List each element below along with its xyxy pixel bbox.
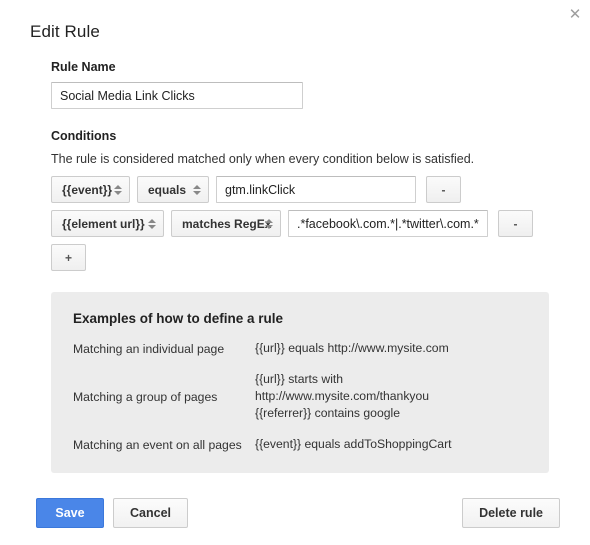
condition-operator-select[interactable]: equals xyxy=(137,176,209,203)
chevron-updown-icon xyxy=(113,183,122,197)
example-row: Matching a group of pages {{url}} starts… xyxy=(73,371,527,422)
condition-variable-select[interactable]: {{event}} xyxy=(51,176,130,203)
condition-variable-select[interactable]: {{element url}} xyxy=(51,210,164,237)
condition-operator-select[interactable]: matches RegEx xyxy=(171,210,281,237)
example-key: Matching an individual page xyxy=(73,341,225,356)
condition-row: {{event}} equals - xyxy=(51,176,571,203)
condition-value-input[interactable] xyxy=(288,210,488,237)
example-value: {{event}} equals addToShoppingCart xyxy=(255,437,452,451)
add-condition-button[interactable]: + xyxy=(51,244,86,271)
rule-name-label: Rule Name xyxy=(51,60,116,74)
condition-value-input[interactable] xyxy=(216,176,416,203)
cancel-button[interactable]: Cancel xyxy=(113,498,188,528)
example-value: {{url}} starts with http://www.mysite.co… xyxy=(255,372,430,420)
chevron-updown-icon xyxy=(147,217,156,231)
footer-left-actions: Save Cancel xyxy=(36,498,188,528)
remove-condition-button[interactable]: - xyxy=(498,210,533,237)
dialog-body: Rule Name Conditions The rule is conside… xyxy=(51,60,571,473)
condition-variable-label: {{event}} xyxy=(62,182,113,197)
conditions-label: Conditions xyxy=(51,129,117,143)
example-row: Matching an individual page {{url}} equa… xyxy=(73,340,527,357)
delete-rule-button[interactable]: Delete rule xyxy=(462,498,560,528)
dialog-footer: Save Cancel Delete rule xyxy=(30,498,560,530)
add-condition-row: + xyxy=(51,244,571,271)
example-value: {{url}} equals http://www.mysite.com xyxy=(255,341,449,355)
save-button[interactable]: Save xyxy=(36,498,104,528)
chevron-updown-icon xyxy=(264,217,273,231)
chevron-updown-icon xyxy=(192,183,201,197)
example-key: Matching an event on all pages xyxy=(73,437,242,452)
condition-operator-label: matches RegEx xyxy=(182,216,272,231)
close-icon[interactable]: ✕ xyxy=(566,6,584,24)
examples-panel: Examples of how to define a rule Matchin… xyxy=(51,292,549,473)
condition-variable-label: {{element url}} xyxy=(62,216,145,231)
condition-row: {{element url}} matches RegEx - xyxy=(51,210,571,237)
footer-right-actions: Delete rule xyxy=(462,498,560,528)
examples-title: Examples of how to define a rule xyxy=(73,311,284,326)
example-key: Matching a group of pages xyxy=(73,389,218,404)
example-row: Matching an event on all pages {{event}}… xyxy=(73,436,527,453)
conditions-description: The rule is considered matched only when… xyxy=(51,152,475,166)
remove-condition-button[interactable]: - xyxy=(426,176,461,203)
condition-operator-label: equals xyxy=(148,182,187,197)
rule-name-input[interactable] xyxy=(51,82,303,109)
page-title: Edit Rule xyxy=(30,22,100,41)
